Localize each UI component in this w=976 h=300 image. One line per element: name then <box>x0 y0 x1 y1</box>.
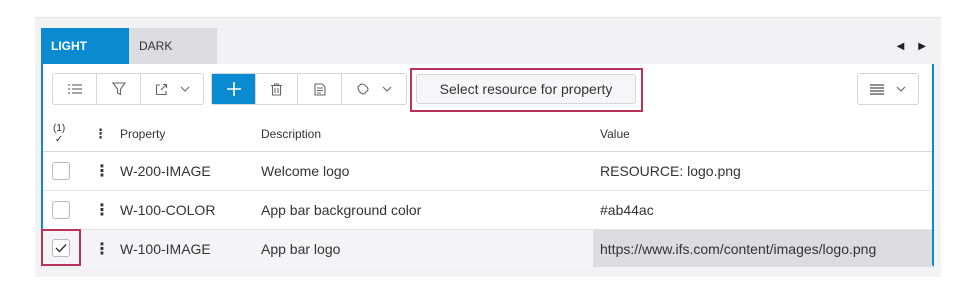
view-button-group <box>52 73 204 105</box>
plus-icon <box>226 82 241 96</box>
tab-nav: ◀ ▶ <box>897 28 926 64</box>
add-button[interactable] <box>212 74 256 104</box>
export-button[interactable] <box>141 74 203 104</box>
header-description[interactable]: Description <box>261 116 321 151</box>
cell-value: https://www.ifs.com/content/images/logo.… <box>593 230 932 267</box>
highlight-select-resource <box>410 68 643 112</box>
caret-left-icon[interactable]: ◀ <box>897 41 905 52</box>
trash-icon[interactable] <box>256 74 298 104</box>
filter-icon[interactable] <box>97 74 141 104</box>
density-icon <box>870 83 884 95</box>
checkmark-icon: ✓ <box>54 133 64 145</box>
edit-button-group <box>211 73 407 105</box>
cell-property: W-100-IMAGE <box>120 240 211 257</box>
kebab-icon[interactable]: ⋮ <box>94 230 110 267</box>
table-row[interactable]: ⋮ W-100-COLOR App bar background color #… <box>43 191 932 230</box>
kebab-icon[interactable]: ⋮ <box>94 152 110 190</box>
header-value[interactable]: Value <box>600 116 630 151</box>
export-icon <box>155 83 167 95</box>
density-button-group <box>857 73 919 105</box>
cell-value: RESOURCE: logo.png <box>600 163 741 179</box>
select-all-column[interactable]: (1) ✓ <box>53 116 65 151</box>
row-checkbox[interactable] <box>52 201 70 219</box>
cell-description: App bar background color <box>261 202 422 218</box>
cell-value: #ab44ac <box>600 202 654 218</box>
highlight-checkbox <box>41 229 81 266</box>
header-property[interactable]: Property <box>120 116 165 151</box>
density-button[interactable] <box>858 74 918 104</box>
list-icon[interactable] <box>53 74 97 104</box>
cell-property: W-200-IMAGE <box>120 163 211 179</box>
cell-property: W-100-COLOR <box>120 202 216 218</box>
cell-description: App bar logo <box>261 240 341 257</box>
table-row[interactable]: https://www.ifs.com/content/images/logo.… <box>43 230 932 267</box>
caret-right-icon[interactable]: ▶ <box>918 41 926 52</box>
duplicate-icon[interactable] <box>298 74 342 104</box>
tab-light[interactable]: LIGHT <box>41 28 129 64</box>
table-header: (1) ✓ ⋮ Property Description Value <box>43 116 932 152</box>
selected-count: (1) <box>53 122 66 134</box>
tab-dark[interactable]: DARK <box>129 28 217 64</box>
kebab-icon[interactable]: ⋮ <box>94 191 110 229</box>
kebab-icon[interactable]: ⋮ <box>94 116 107 151</box>
tag-icon <box>356 82 369 95</box>
cell-description: Welcome logo <box>261 163 350 179</box>
tag-button[interactable] <box>342 74 406 104</box>
row-checkbox[interactable] <box>52 162 70 180</box>
tab-bar: LIGHT DARK ◀ ▶ <box>41 28 934 64</box>
chevron-down-icon <box>382 86 391 92</box>
chevron-down-icon <box>180 86 189 92</box>
table-row[interactable]: ⋮ W-200-IMAGE Welcome logo RESOURCE: log… <box>43 152 932 191</box>
chevron-down-icon <box>896 86 906 92</box>
